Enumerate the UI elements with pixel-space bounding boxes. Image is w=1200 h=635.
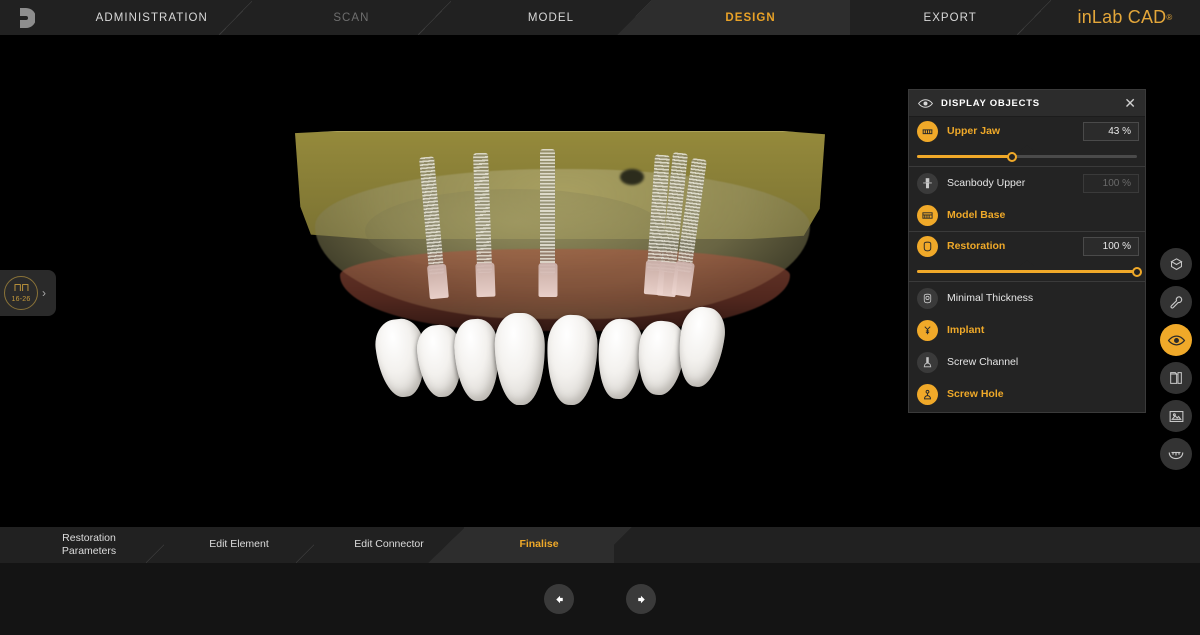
display-objects-eye-icon[interactable] (1160, 324, 1192, 356)
registered-mark: ® (1166, 13, 1172, 22)
slider-notch (1020, 260, 1034, 266)
wrench-tools-icon[interactable] (1160, 286, 1192, 318)
opacity-slider-upper-jaw[interactable] (909, 146, 1145, 166)
display-object-label: Restoration (947, 240, 1083, 252)
display-objects-panel: DISPLAY OBJECTS ✕ Upper Jaw 43 % (908, 89, 1146, 413)
display-object-label: Upper Jaw (947, 125, 1083, 137)
panel-title: DISPLAY OBJECTS (941, 98, 1121, 109)
tooth-range-label: 16-26 (12, 296, 31, 303)
step-bar-tail (614, 527, 1200, 563)
close-icon[interactable]: ✕ (1121, 96, 1139, 110)
right-tool-rail (1160, 248, 1196, 470)
scanbody-icon[interactable] (917, 173, 938, 194)
nav-step-administration-label: ADMINISTRATION (96, 12, 208, 24)
display-object-row-implant[interactable]: Implant (909, 314, 1145, 346)
arrow-left-icon[interactable] (544, 584, 574, 614)
slider-fill (917, 270, 1137, 273)
display-object-row-screw-channel[interactable]: Screw Channel (909, 346, 1145, 378)
tooth-range-widget[interactable]: ⊓⊓ 16-26 › (0, 270, 56, 316)
product-name-text: inLab CAD (1078, 7, 1167, 28)
top-navigation-bar: ADMINISTRATION SCAN MODEL DESIGN EXPORT … (0, 0, 1200, 36)
jaw-view-icon[interactable] (1160, 438, 1192, 470)
arrow-right-icon[interactable] (626, 584, 656, 614)
opacity-value-upper-jaw[interactable]: 43 % (1083, 122, 1139, 141)
chevron-right-icon[interactable]: › (42, 286, 46, 300)
restoration-icon[interactable] (917, 236, 938, 257)
display-object-label: Scanbody Upper (947, 177, 1083, 189)
inlab-cad-application: ADMINISTRATION SCAN MODEL DESIGN EXPORT … (0, 0, 1200, 635)
display-object-label: Implant (947, 324, 1139, 336)
display-object-label: Minimal Thickness (947, 292, 1139, 304)
slider-track[interactable] (917, 155, 1137, 158)
display-object-label: Screw Hole (947, 388, 1139, 400)
product-name: inLab CAD® (1050, 0, 1200, 35)
crown-restoration[interactable] (494, 313, 546, 406)
nav-step-design-label: DESIGN (725, 12, 775, 24)
step-label: Edit Element (209, 538, 269, 551)
nav-step-export-label: EXPORT (923, 12, 976, 24)
slider-track[interactable] (917, 270, 1137, 273)
screw-channel-icon[interactable] (917, 352, 938, 373)
display-objects-header: DISPLAY OBJECTS ✕ (909, 90, 1145, 117)
top-nav-steps: ADMINISTRATION SCAN MODEL DESIGN EXPORT (52, 0, 1050, 35)
implant-abutment (538, 263, 557, 297)
implant-icon[interactable] (917, 320, 938, 341)
display-object-row-restoration[interactable]: Restoration 100 % (909, 232, 1145, 261)
nav-step-design[interactable]: DESIGN (651, 0, 851, 35)
crown-restoration[interactable] (453, 318, 501, 402)
implant-3 (540, 149, 555, 275)
screenshot-icon[interactable] (1160, 400, 1192, 432)
nav-step-administration[interactable]: ADMINISTRATION (52, 0, 252, 35)
display-object-row-screw-hole[interactable]: Screw Hole (909, 378, 1145, 410)
slider-fill (917, 155, 1012, 158)
display-object-label: Screw Channel (947, 356, 1139, 368)
implant-abutment (426, 264, 448, 300)
display-object-row-scanbody-upper[interactable]: Scanbody Upper 100 % (909, 167, 1145, 199)
implant-abutment (475, 263, 495, 298)
crown-restoration[interactable] (595, 318, 644, 401)
model-viewport[interactable]: ⊓⊓ 16-26 › (0, 36, 1200, 563)
workflow-step-bar: Restoration Parameters Edit Element Edit… (0, 527, 1200, 563)
minimal-thickness-icon[interactable] (917, 288, 938, 309)
nav-step-scan[interactable]: SCAN (252, 0, 452, 35)
display-objects-list: Upper Jaw 43 % (909, 117, 1145, 412)
step-edit-element[interactable]: Edit Element (164, 527, 314, 563)
step-restoration-parameters[interactable]: Restoration Parameters (14, 527, 164, 563)
documents-icon[interactable] (1160, 362, 1192, 394)
opacity-value-restoration[interactable]: 100 % (1083, 237, 1139, 256)
implant-screw (540, 149, 555, 275)
bottom-navigation (0, 563, 1200, 635)
slider-knob[interactable] (1132, 267, 1142, 277)
nav-step-export[interactable]: EXPORT (850, 0, 1050, 35)
display-object-row-upper-jaw[interactable]: Upper Jaw 43 % (909, 117, 1145, 146)
dentsply-sirona-logo-icon (0, 0, 52, 35)
display-object-label: Model Base (947, 209, 1139, 221)
crown-restoration[interactable] (545, 314, 598, 406)
display-object-row-minimal-thickness[interactable]: Minimal Thickness (909, 282, 1145, 314)
display-object-row-model-base[interactable]: Model Base (909, 199, 1145, 231)
step-label: Edit Connector (354, 538, 423, 551)
3d-object-icon[interactable] (1160, 248, 1192, 280)
palate-opening (620, 169, 644, 185)
nav-step-model-label: MODEL (528, 12, 574, 24)
dental-model-3d[interactable] (255, 131, 865, 421)
slider-notch (1020, 145, 1034, 151)
slider-knob[interactable] (1007, 152, 1017, 162)
nav-step-scan-label: SCAN (333, 12, 369, 24)
eye-icon (918, 98, 933, 109)
step-label: Finalise (519, 538, 558, 551)
model-base-icon[interactable] (917, 205, 938, 226)
step-label: Restoration Parameters (62, 532, 116, 558)
screw-hole-icon[interactable] (917, 384, 938, 405)
tooth-chart-icon[interactable]: ⊓⊓ 16-26 (4, 276, 38, 310)
tooth-chart-glyph: ⊓⊓ (13, 283, 28, 294)
opacity-slider-restoration[interactable] (909, 261, 1145, 281)
opacity-value-scanbody-upper[interactable]: 100 % (1083, 174, 1139, 193)
upper-jaw-icon[interactable] (917, 121, 938, 142)
step-finalise[interactable]: Finalise (464, 527, 614, 563)
